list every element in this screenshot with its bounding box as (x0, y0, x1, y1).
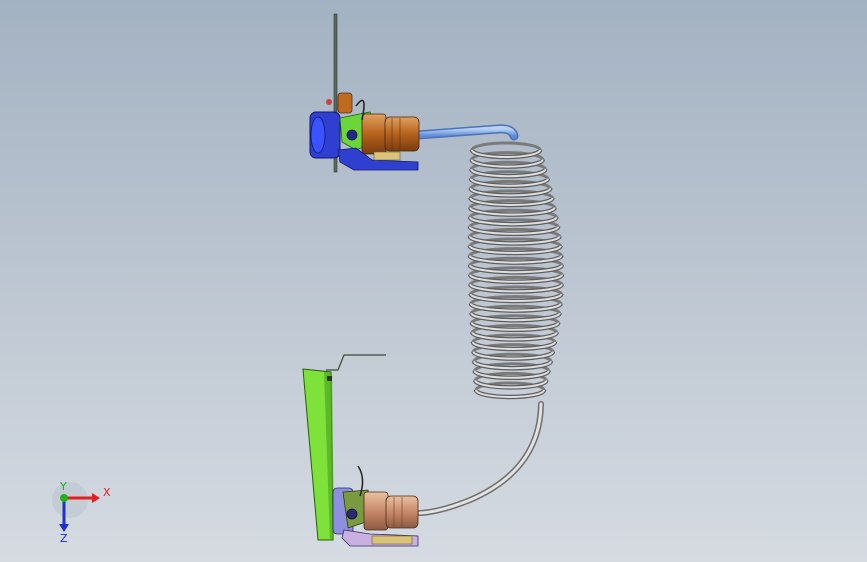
straight-hose[interactable] (413, 124, 519, 141)
y-axis-dot (60, 494, 68, 502)
lower-cable-tail[interactable] (417, 401, 544, 516)
y-axis-label: Y (59, 480, 67, 493)
z-axis-label: Z (60, 532, 68, 544)
triad-backdrop (52, 482, 88, 518)
3d-viewport[interactable]: X Y Z (0, 0, 867, 562)
coil-loop-back (470, 141, 542, 151)
x-axis-head (92, 493, 100, 503)
upper-socket-assembly[interactable] (309, 92, 420, 171)
cad-model-scene[interactable] (0, 0, 867, 562)
orientation-triad: X Y Z (52, 480, 111, 544)
lower-socket-assembly[interactable] (332, 465, 419, 547)
x-axis-label: X (103, 486, 111, 499)
z-axis-head (59, 524, 69, 532)
